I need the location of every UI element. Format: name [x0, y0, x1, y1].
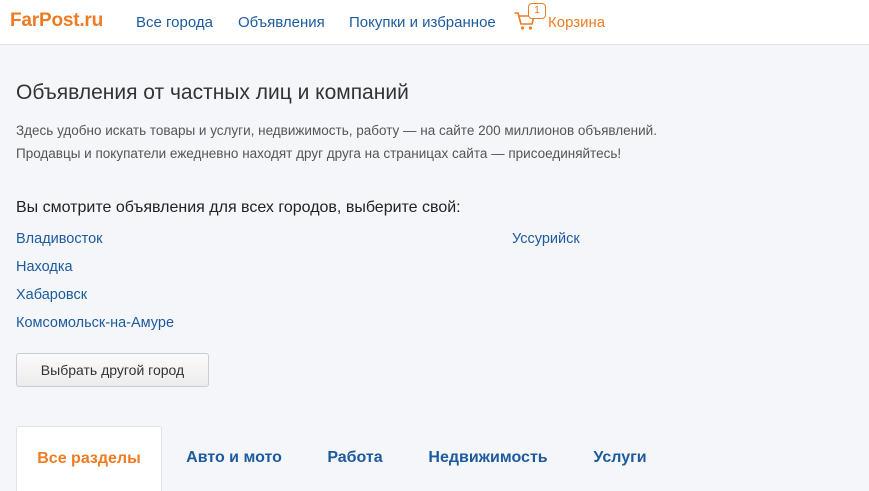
- tab-real-estate[interactable]: Недвижимость: [420, 426, 556, 490]
- tab-services[interactable]: Услуги: [582, 426, 658, 490]
- tab-work[interactable]: Работа: [315, 426, 395, 490]
- nav-ads[interactable]: Объявления: [238, 14, 325, 31]
- nav-purchases-favorites[interactable]: Покупки и избранное: [349, 14, 496, 31]
- choose-other-city-button[interactable]: Выбрать другой город: [16, 353, 209, 387]
- intro-text-line-2: Продавцы и покупатели ежедневно находят …: [16, 146, 622, 161]
- choose-city-prompt: Вы смотрите объявления для всех городов,…: [16, 199, 461, 216]
- city-link-vladivostok[interactable]: Владивосток: [16, 231, 103, 247]
- city-link-komsomolsk[interactable]: Комсомольск-на-Амуре: [16, 315, 174, 331]
- nav-all-cities[interactable]: Все города: [136, 14, 213, 31]
- page-title: Объявления от частных лиц и компаний: [16, 81, 409, 104]
- cart-count-badge: 1: [528, 3, 546, 19]
- intro-text-line-1: Здесь удобно искать товары и услуги, нед…: [16, 123, 657, 138]
- farpost-logo[interactable]: FarPost.ru: [10, 10, 103, 32]
- tab-auto-moto[interactable]: Авто и мото: [172, 426, 296, 490]
- top-navigation-bar: FarPost.ru Все города Объявления Покупки…: [0, 0, 869, 45]
- city-link-nakhodka[interactable]: Находка: [16, 259, 73, 275]
- city-link-ussuriysk[interactable]: Уссурийск: [512, 231, 580, 247]
- city-link-khabarovsk[interactable]: Хабаровск: [16, 287, 87, 303]
- category-tabs: Все разделы Авто и мото Работа Недвижимо…: [0, 426, 869, 491]
- cart-link[interactable]: Корзина: [548, 14, 605, 31]
- tab-all-sections[interactable]: Все разделы: [16, 426, 162, 491]
